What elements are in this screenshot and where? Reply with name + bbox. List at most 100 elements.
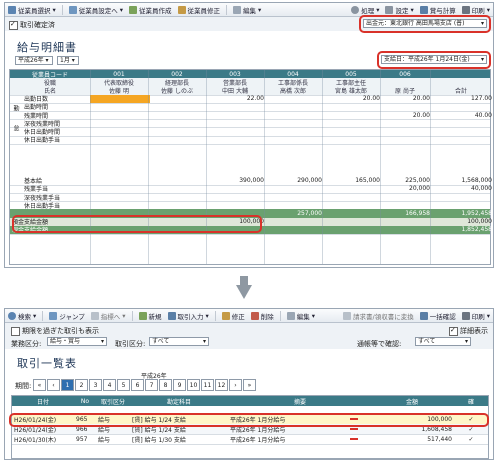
confirmed-checkbox[interactable] [9, 20, 18, 30]
attendance-value-cell[interactable] [380, 136, 432, 144]
attendance-value-cell[interactable] [322, 136, 382, 144]
month-tab[interactable]: 4 [103, 379, 116, 391]
pay-value-cell[interactable] [264, 185, 324, 193]
attendance-value-cell[interactable] [430, 127, 493, 135]
attendance-value-cell[interactable] [206, 103, 266, 111]
attendance-value-cell[interactable]: 127.00 [430, 95, 493, 103]
category-select[interactable]: 給与・賞与 ▾ [47, 337, 107, 346]
pay-value-cell[interactable] [264, 201, 324, 209]
month-tab[interactable]: 10 [187, 379, 200, 391]
month-tab[interactable]: 7 [145, 379, 158, 391]
import-button[interactable]: 取引入力 ▾ [167, 311, 209, 321]
column-header[interactable]: 確 [452, 396, 490, 406]
detail-row[interactable]: 詳細表示 [449, 326, 488, 336]
employee-header-cell[interactable]: 宮島 雄太郎 [322, 86, 380, 95]
employee-header-cell[interactable]: 佐藤 明 [90, 86, 148, 95]
employee-header-cell[interactable]: 原 尚子 [380, 86, 430, 95]
attendance-value-cell[interactable] [90, 111, 150, 119]
attendance-value-cell[interactable] [380, 119, 432, 127]
attendance-value-cell[interactable]: 20.00 [322, 95, 382, 103]
pay-value-cell[interactable] [148, 177, 208, 185]
month-tab[interactable]: 5 [117, 379, 130, 391]
month-tab[interactable]: 2 [75, 379, 88, 391]
pay-value-cell[interactable] [430, 201, 493, 209]
column-header[interactable]: 勘定科目 [130, 396, 228, 406]
attendance-value-cell[interactable] [264, 119, 324, 127]
payday-select[interactable]: 支給日：平成26年 1月24日(金) ▾ [381, 55, 487, 64]
pay-value-cell[interactable] [206, 185, 266, 193]
month-tab[interactable]: 9 [173, 379, 186, 391]
txn-type-select[interactable]: すべて ▾ [149, 337, 209, 346]
table-row[interactable]: H26/01/30(木) 957 給与 [賃] 給与 1/30 支給 平成26年 1月分… [12, 434, 488, 445]
pay-value-cell[interactable]: 20,000 [380, 185, 432, 193]
deposit-value-cell[interactable] [322, 218, 382, 226]
config-button[interactable]: 設定 ▾ [385, 5, 414, 15]
pay-value-cell[interactable]: 225,000 [380, 177, 432, 185]
attendance-value-cell[interactable]: 22.00 [206, 95, 266, 103]
attendance-value-cell[interactable] [430, 119, 493, 127]
pay-value-cell[interactable] [430, 193, 493, 201]
employee-header-cell[interactable]: 高橋 次郎 [264, 86, 322, 95]
delete-button[interactable]: 削除 [250, 311, 274, 321]
attendance-value-cell[interactable] [264, 127, 324, 135]
month-tab[interactable]: 12 [215, 379, 228, 391]
attendance-value-cell[interactable] [148, 136, 208, 144]
attendance-value-cell[interactable] [206, 119, 266, 127]
column-header[interactable]: 日付 [12, 396, 74, 406]
pay-value-cell[interactable] [90, 185, 150, 193]
process-button[interactable]: 処理 ▾ [351, 5, 379, 15]
attendance-value-cell[interactable] [90, 103, 150, 111]
column-header[interactable]: 摘要 [228, 396, 372, 406]
next-year-icon[interactable]: » [243, 379, 256, 391]
detail-checkbox[interactable] [449, 326, 458, 336]
attendance-value-cell[interactable] [148, 111, 208, 119]
show-past-checkbox[interactable] [11, 326, 20, 336]
pay-value-cell[interactable] [90, 193, 150, 201]
month-tab[interactable]: 11 [201, 379, 214, 391]
pay-value-cell[interactable] [380, 193, 432, 201]
employee-settings-button[interactable]: 従業員設定へ ▾ [68, 5, 123, 15]
print-button[interactable]: 印刷 ▾ [461, 311, 490, 321]
attendance-value-cell[interactable] [322, 103, 382, 111]
attendance-value-cell[interactable]: 40.00 [430, 111, 493, 119]
month-select[interactable]: 1月 ▾ [57, 56, 79, 65]
column-header[interactable]: 取引区分 [96, 396, 130, 406]
year-select[interactable]: 平成26年 ▾ [15, 56, 53, 65]
pay-value-cell[interactable] [90, 177, 150, 185]
attendance-value-cell[interactable]: 20.00 [380, 111, 432, 119]
pay-value-cell[interactable] [206, 193, 266, 201]
pay-value-cell[interactable]: 290,000 [264, 177, 324, 185]
deposit-value-cell[interactable] [264, 218, 324, 226]
pay-value-cell[interactable] [90, 201, 150, 209]
select-employee-button[interactable]: 従業員選択 ▾ [8, 5, 56, 15]
attendance-value-cell[interactable] [90, 136, 150, 144]
attendance-value-cell[interactable] [148, 95, 208, 103]
attendance-value-cell[interactable] [148, 103, 208, 111]
pay-value-cell[interactable] [322, 193, 382, 201]
print-button[interactable]: 印刷 ▾ [461, 5, 490, 15]
pay-value-cell[interactable] [322, 201, 382, 209]
attendance-value-cell[interactable] [322, 111, 382, 119]
attendance-value-cell[interactable] [148, 119, 208, 127]
pay-value-cell[interactable] [264, 193, 324, 201]
show-past-row[interactable]: 期限を過ぎた取引も表示 [11, 326, 99, 336]
attendance-value-cell[interactable] [264, 103, 324, 111]
new-button[interactable]: 新規 [138, 311, 162, 321]
employee-header-cell[interactable]: 佐藤 しのぶ [148, 86, 206, 95]
employee-header-cell[interactable]: 006 [380, 70, 430, 78]
pay-value-cell[interactable]: 1,568,000 [430, 177, 493, 185]
employee-header-cell[interactable]: 中田 大輔 [206, 86, 264, 95]
attendance-value-cell[interactable]: 20.00 [380, 95, 432, 103]
column-header[interactable]: 金額 [372, 396, 452, 406]
pay-value-cell[interactable]: 390,000 [206, 177, 266, 185]
pay-value-cell[interactable] [380, 201, 432, 209]
confirmed-checkbox-row[interactable]: 取引確定済 [9, 20, 55, 30]
search-button[interactable]: 検索 ▾ [8, 311, 36, 321]
convert-invoice-button[interactable]: 請求書/領収書に変換 [343, 311, 414, 321]
edit-button[interactable]: 修正 [221, 311, 245, 321]
attendance-value-cell[interactable] [322, 127, 382, 135]
confirmed-check-icon[interactable]: ✓ [452, 434, 490, 444]
attendance-value-cell[interactable] [264, 95, 324, 103]
edit-menu-button[interactable]: 編集 ▾ [233, 5, 261, 15]
attendance-value-cell[interactable] [380, 103, 432, 111]
